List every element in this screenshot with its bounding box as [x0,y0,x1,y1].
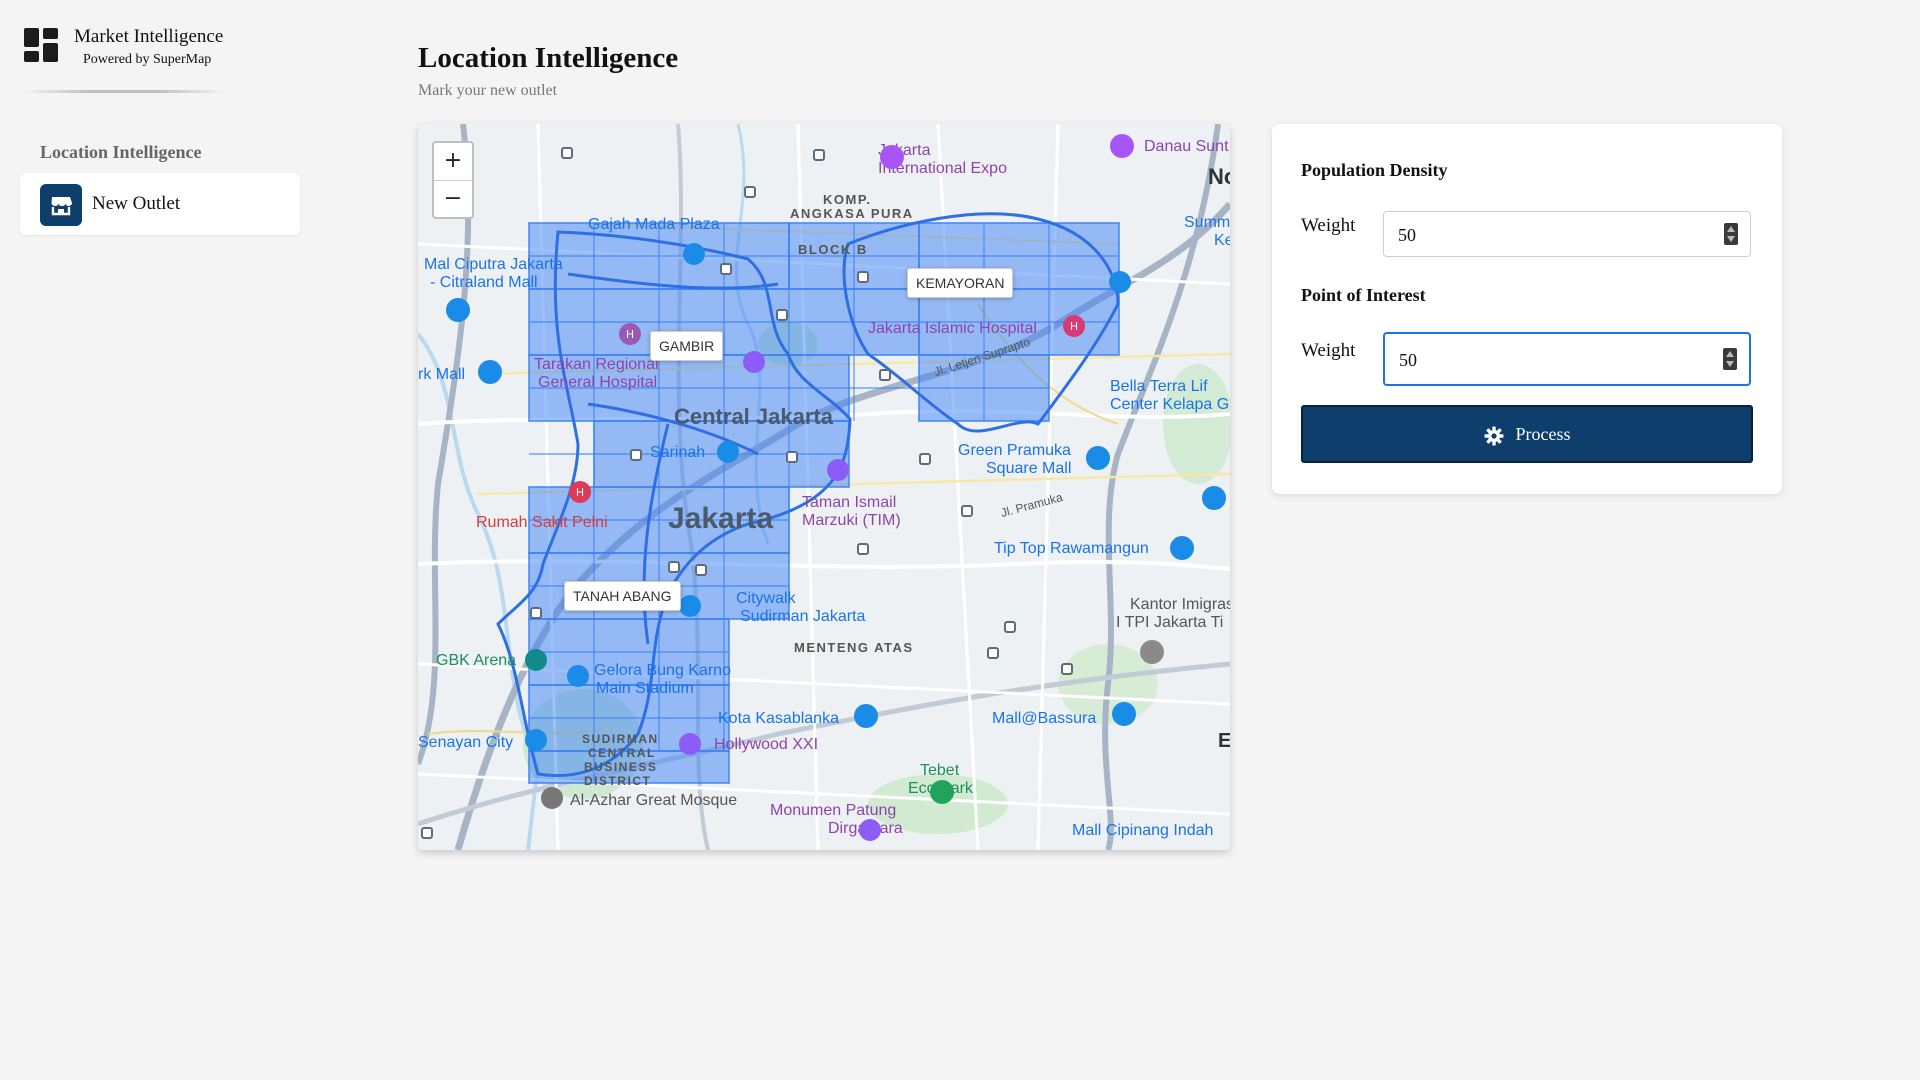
brand-title: Market Intelligence [74,26,224,47]
sidebar-section-label: Location Intelligence [40,142,202,162]
zoom-control: + − [432,141,474,219]
population-weight-label: Weight [1301,215,1356,236]
population-weight-field[interactable] [1396,212,1700,258]
number-spinner-icon[interactable] [1723,348,1737,370]
district-label-gambir: GAMBIR [650,331,724,361]
poi-weight-field[interactable] [1397,334,1701,386]
number-spinner-icon[interactable] [1724,223,1738,245]
dashboard-logo-icon [24,28,58,62]
brand: Market Intelligence Powered by SuperMap [20,26,228,96]
process-button-label: Process [1515,424,1571,444]
poi-weight-input[interactable] [1383,332,1751,386]
brand-subtitle: Powered by SuperMap [83,52,212,67]
svg-text:H: H [626,328,634,341]
zoom-out-button[interactable]: − [434,181,472,218]
svg-text:H: H [1070,320,1078,333]
process-button[interactable]: Process [1301,405,1753,463]
district-label-kemayoran: KEMAYORAN [907,268,1014,298]
zoom-in-button[interactable]: + [434,143,472,181]
district-label-tanah-abang: TANAH ABANG [564,581,681,611]
page-title: Location Intelligence [418,42,679,74]
poi-weight-label: Weight [1301,340,1356,361]
population-density-title: Population Density [1301,160,1448,180]
sidebar-item-label: New Outlet [92,193,181,214]
brand-divider [20,90,228,93]
page-subtitle: Mark your new outlet [418,82,558,99]
weights-panel: Population Density Weight Point of Inter… [1272,124,1782,494]
population-weight-input[interactable] [1383,211,1751,258]
svg-text:H: H [576,486,584,499]
store-icon [40,184,82,226]
gear-icon [1484,426,1503,446]
map-view[interactable]: Jakarta International Expo Danau Sunt KO… [418,124,1230,850]
point-of-interest-title: Point of Interest [1301,285,1426,305]
sidebar-item-new-outlet[interactable]: New Outlet [20,173,300,235]
map-pins: H H H [421,134,1226,841]
